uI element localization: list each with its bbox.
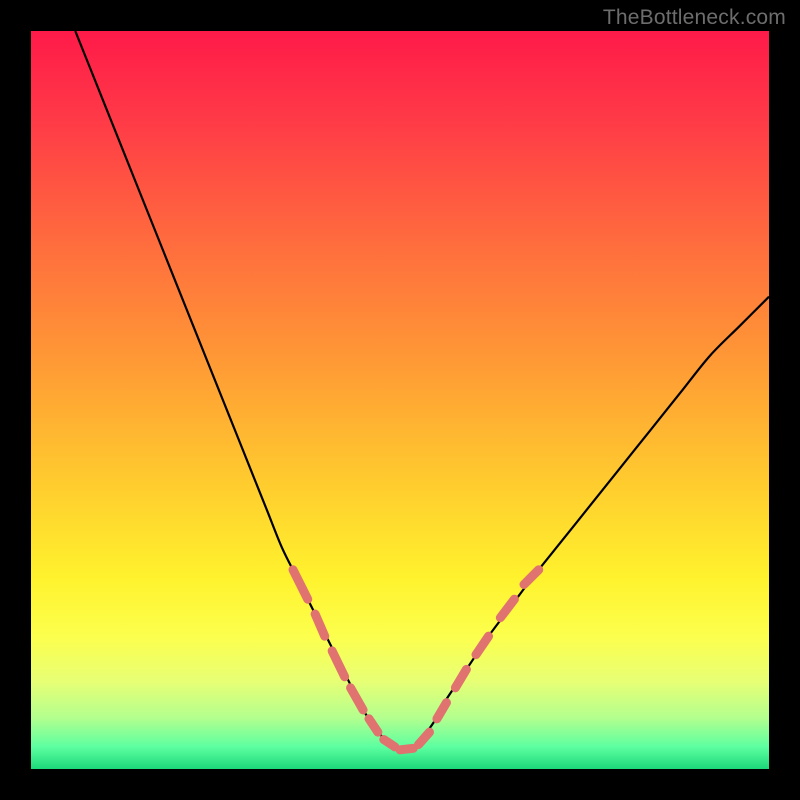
plot-background — [31, 31, 769, 769]
plot-area — [31, 31, 769, 769]
plot-svg — [31, 31, 769, 769]
chart-frame: TheBottleneck.com — [0, 0, 800, 800]
highlight-dash — [400, 748, 413, 749]
highlight-dash — [384, 739, 395, 746]
watermark-label: TheBottleneck.com — [603, 6, 786, 30]
